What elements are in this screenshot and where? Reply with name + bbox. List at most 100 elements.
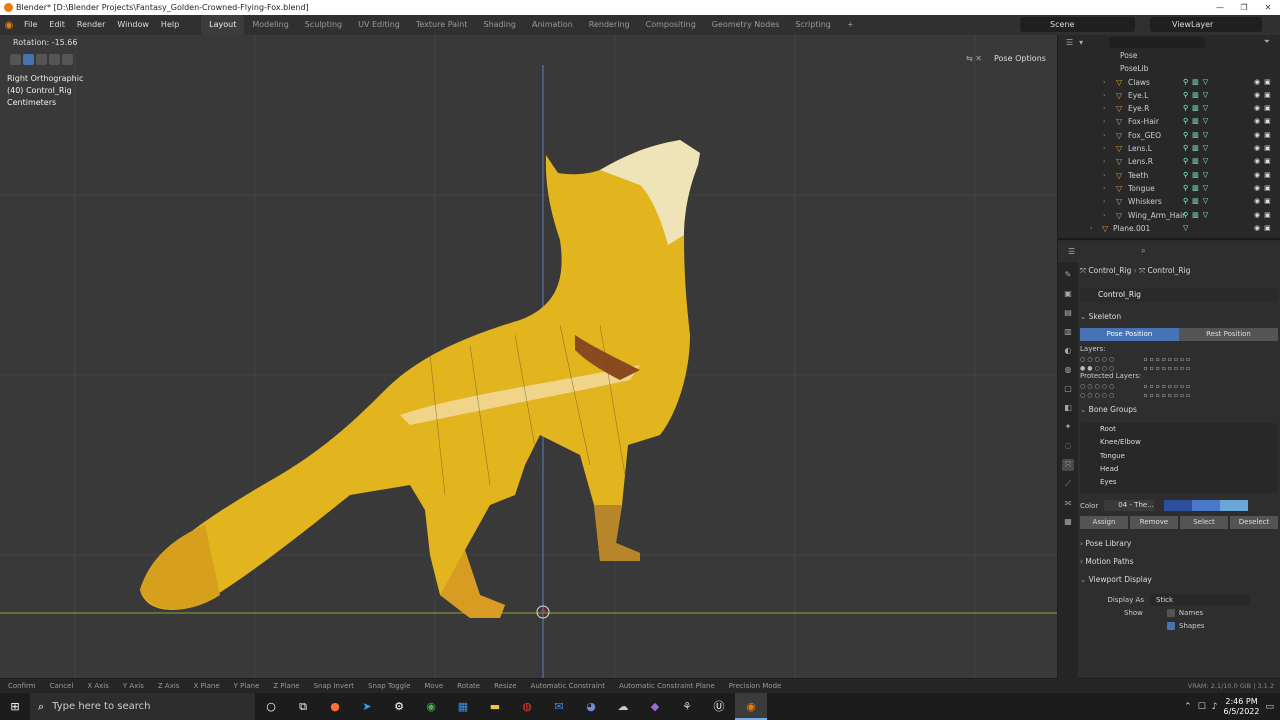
tab-texture-paint[interactable]: Texture Paint (408, 15, 476, 35)
tab-layout[interactable]: Layout (201, 15, 245, 35)
select-box-icon[interactable] (23, 54, 34, 65)
add-workspace-button[interactable]: + (839, 15, 862, 35)
menu-window[interactable]: Window (111, 15, 155, 35)
pose-options-dropdown[interactable]: Pose Options (994, 54, 1046, 63)
taskbar-search[interactable]: ⌕ Type here to search (30, 693, 255, 720)
outliner-row[interactable]: › ▽ Eye.R ⚲▥▽ ◉▣ (1058, 102, 1280, 115)
expand-arrow-icon[interactable]: › (1103, 142, 1105, 155)
outliner-editor-icon[interactable]: ☰ (1066, 38, 1073, 47)
pose-library-panel-header[interactable]: Pose Library (1080, 537, 1278, 551)
render-tab-icon[interactable]: ▣ (1062, 288, 1074, 300)
physics-tab-icon[interactable]: ◌ (1062, 440, 1074, 452)
color-set-dropdown[interactable]: 04 - The... (1104, 500, 1155, 511)
properties-editor-icon[interactable]: ☰ (1068, 247, 1075, 256)
modifier-icons[interactable]: ⚲▥▽ (1183, 169, 1212, 182)
names-checkbox[interactable] (1166, 608, 1175, 617)
world-tab-icon[interactable]: ◍ (1062, 364, 1074, 376)
visibility-icons[interactable]: ◉▣ (1254, 142, 1275, 155)
bone-tab-icon[interactable]: ⟋ (1062, 478, 1074, 490)
tool-toggle-icon[interactable] (10, 54, 21, 65)
skeleton-panel-header[interactable]: Skeleton (1080, 310, 1278, 324)
blender-menu-icon[interactable]: ◉ (0, 20, 18, 31)
close-button[interactable]: ✕ (1256, 0, 1280, 15)
blender-taskbar-icon[interactable]: ◉ (735, 693, 767, 720)
modifier-icons[interactable]: ⚲▥▽ (1183, 115, 1212, 128)
modifier-icons[interactable]: ⚲▥▽ (1183, 89, 1212, 102)
tab-animation[interactable]: Animation (524, 15, 581, 35)
outliner-row[interactable]: › ▽ Claws ⚲▥▽ ◉▣ (1058, 76, 1280, 89)
tab-scripting[interactable]: Scripting (787, 15, 839, 35)
discord-icon[interactable]: ◕ (575, 693, 607, 720)
visibility-icons[interactable]: ◉▣ (1254, 89, 1275, 102)
maximize-button[interactable]: ❐ (1232, 0, 1256, 15)
outliner-row[interactable]: › ▽ Lens.L ⚲▥▽ ◉▣ (1058, 142, 1280, 155)
visibility-icons[interactable]: ◉▣ (1254, 169, 1275, 182)
notifications-icon[interactable]: ▭ (1265, 702, 1274, 712)
visual-studio-icon[interactable]: ◆ (639, 693, 671, 720)
task-view-icon[interactable]: ⧉ (287, 693, 319, 720)
tool-tab-icon[interactable]: ✎ (1062, 269, 1074, 281)
modifier-icons[interactable]: ⚲▥▽ (1183, 76, 1212, 89)
menu-file[interactable]: File (18, 15, 43, 35)
expand-arrow-icon[interactable]: › (1103, 76, 1105, 89)
volume-icon[interactable]: ♪ (1212, 702, 1218, 712)
constraints-tab-icon[interactable]: ⟗ (1062, 497, 1074, 509)
bone-group-item[interactable]: Head (1080, 463, 1278, 476)
expand-arrow-icon[interactable]: › (1103, 155, 1105, 168)
bone-group-item[interactable]: Root (1080, 423, 1278, 436)
object-tab-icon[interactable]: ◧ (1062, 402, 1074, 414)
tab-shading[interactable]: Shading (475, 15, 524, 35)
bone-group-item[interactable]: Eyes (1080, 476, 1278, 489)
display-as-dropdown[interactable]: Stick (1150, 593, 1250, 606)
taskbar-clock[interactable]: 2:46 PM 6/5/2022 (1224, 697, 1260, 717)
expand-arrow-icon[interactable]: › (1103, 89, 1105, 102)
calculator-icon[interactable]: ▦ (447, 693, 479, 720)
outliner-row[interactable]: › ▽ Fox_GEO ⚲▥▽ ◉▣ (1058, 129, 1280, 142)
outliner-row[interactable]: › ▽ Whiskers ⚲▥▽ ◉▣ (1058, 195, 1280, 208)
minimize-button[interactable]: — (1208, 0, 1232, 15)
expand-arrow-icon[interactable]: › (1103, 182, 1105, 195)
chrome-icon[interactable]: ◉ (415, 693, 447, 720)
tab-modeling[interactable]: Modeling (244, 15, 296, 35)
armature-data-tab-icon[interactable]: ⤧ (1062, 459, 1074, 471)
normal-color-swatch[interactable] (1164, 500, 1193, 511)
visibility-icons[interactable]: ◉▣ (1254, 222, 1275, 235)
file-explorer-icon[interactable]: ▬ (479, 693, 511, 720)
visibility-icons[interactable]: ◉▣ (1254, 129, 1275, 142)
viewport-display-panel-header[interactable]: Viewport Display (1080, 573, 1278, 587)
menu-edit[interactable]: Edit (43, 15, 71, 35)
visibility-icons[interactable]: ◉▣ (1254, 195, 1275, 208)
bone-groups-panel-header[interactable]: Bone Groups (1080, 403, 1278, 417)
outliner-row[interactable]: ▽Pose (1058, 49, 1280, 62)
active-color-swatch[interactable] (1220, 500, 1249, 511)
transform-gizmo-icon[interactable]: ⇆ ✕ (966, 54, 982, 63)
sync-icon[interactable]: ☁ (607, 693, 639, 720)
visibility-icons[interactable]: ◉▣ (1254, 155, 1275, 168)
deselect-button[interactable]: Deselect (1230, 516, 1278, 529)
layers-grid[interactable]: ○○○○○ ▫▫▫▫▫▫▫▫ ●●○○○ ▫▫▫▫▫▫▫▫ (1080, 355, 1278, 372)
modifier-icons[interactable]: ⚲▥▽ (1183, 142, 1212, 155)
tab-rendering[interactable]: Rendering (581, 15, 638, 35)
3d-viewport[interactable]: Rotation: -15.66 ⇆ ✕ Pose Options Right … (0, 35, 1057, 678)
tray-chevron-icon[interactable]: ⌃ (1184, 702, 1192, 712)
bone-group-item[interactable]: Knee/Elbow (1080, 436, 1278, 449)
texture-tab-icon[interactable]: ▦ (1062, 516, 1074, 528)
cortana-icon[interactable]: ○ (255, 693, 287, 720)
expand-arrow-icon[interactable]: › (1103, 169, 1105, 182)
modifier-icons[interactable]: ⚲▥▽ (1183, 209, 1212, 222)
outliner-row[interactable]: › ▽ Lens.R ⚲▥▽ ◉▣ (1058, 155, 1280, 168)
armature-name-field[interactable]: Control_Rig (1080, 288, 1278, 302)
scene-tab-icon[interactable]: ◐ (1062, 345, 1074, 357)
windows-start-icon[interactable]: ⊞ (0, 700, 30, 713)
tab-uv-editing[interactable]: UV Editing (350, 15, 408, 35)
select-subtract-icon[interactable] (49, 54, 60, 65)
motion-paths-panel-header[interactable]: Motion Paths (1080, 555, 1278, 569)
outliner-search-input[interactable] (1109, 36, 1206, 48)
shapes-checkbox[interactable] (1167, 621, 1175, 630)
outliner-row[interactable]: › ▽ Fox-Hair ⚲▥▽ ◉▣ (1058, 115, 1280, 128)
unreal-icon[interactable]: Ⓤ (703, 693, 735, 720)
expand-arrow-icon[interactable]: › (1103, 102, 1105, 115)
modifier-icons[interactable]: ⚲▥▽ (1183, 129, 1212, 142)
select-button[interactable]: Select (1180, 516, 1228, 529)
pose-position-button[interactable]: Pose Position (1080, 328, 1179, 341)
